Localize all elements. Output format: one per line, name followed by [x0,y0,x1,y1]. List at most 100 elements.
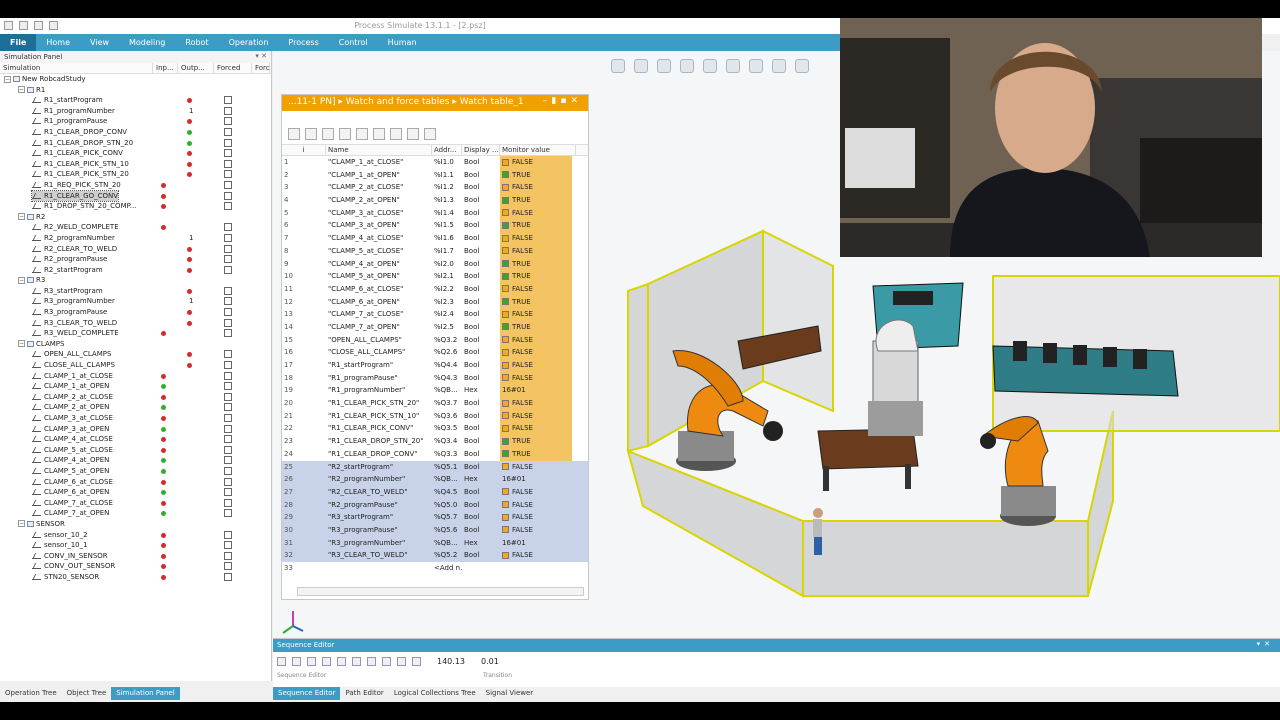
watch-row[interactable]: 10 "CLAMP_5_at_OPEN" %I2.1 Bool TRUE [282,270,588,283]
forced-checkbox[interactable] [224,572,232,581]
tag-name[interactable]: "CLAMP_6_at_OPEN" [326,295,432,309]
expand-collapse-icon[interactable]: − [18,213,25,221]
signal-row[interactable]: CONV_IN_SENSOR [0,551,271,562]
monitor-value[interactable]: TRUE [500,257,572,271]
monitor-value[interactable]: TRUE [500,435,572,448]
signal-row[interactable]: R2_programPause [0,254,271,265]
watch-row[interactable]: 26 "R2_programNumber" %QB... Hex 16#01 [282,473,588,486]
monitor-value[interactable]: 16#01 [500,384,572,398]
signal-row[interactable]: CLAMP_2_at_OPEN [0,402,271,413]
forced-checkbox[interactable] [224,308,232,317]
signal-row[interactable]: CLAMP_7_at_CLOSE [0,498,271,509]
monitor-value[interactable]: FALSE [500,282,572,296]
signal-row[interactable]: CLAMP_5_at_CLOSE [0,445,271,456]
tag-name[interactable]: "R1_CLEAR_DROP_STN_20" [326,435,432,448]
monitor-value[interactable]: FALSE [500,409,572,423]
forced-checkbox[interactable] [224,286,232,295]
tag-name[interactable]: "R1_CLEAR_PICK_STN_10" [326,409,432,423]
watch-row[interactable]: 8 "CLAMP_5_at_CLOSE" %I1.7 Bool FALSE [282,244,588,258]
watch-row[interactable]: 5 "CLAMP_3_at_CLOSE" %I1.4 Bool FALSE [282,206,588,220]
tag-name[interactable]: "CLAMP_5_at_OPEN" [326,270,432,283]
watch-row[interactable]: 3 "CLAMP_2_at_CLOSE" %I1.2 Bool FALSE [282,181,588,195]
col-inputs[interactable]: Inp... [153,63,178,73]
tree-node[interactable]: − New RobcadStudy [0,74,271,85]
tag-name[interactable]: "R3_startProgram" [326,511,432,524]
forced-checkbox[interactable] [224,403,232,412]
signal-row[interactable]: CLAMP_3_at_OPEN [0,424,271,435]
forced-checkbox[interactable] [224,170,232,179]
forced-checkbox[interactable] [224,509,232,518]
tag-name[interactable]: "CLAMP_3_at_OPEN" [326,219,432,233]
watch-horizontal-scrollbar[interactable] [297,587,584,596]
forced-checkbox[interactable] [224,350,232,359]
signal-row[interactable]: CLAMP_3_at_CLOSE [0,413,271,424]
signal-row[interactable]: R1_DROP_STN_20_COMP... [0,201,271,212]
forced-checkbox[interactable] [224,149,232,158]
forced-checkbox[interactable] [224,477,232,486]
watch-row[interactable]: 9 "CLAMP_4_at_OPEN" %I2.0 Bool TRUE [282,257,588,271]
monitor-value[interactable]: FALSE [500,461,572,474]
forced-checkbox[interactable] [224,392,232,401]
simulation-time[interactable]: 140.13 [437,657,465,666]
monitor-value[interactable]: TRUE [500,447,572,461]
forced-checkbox[interactable] [224,233,232,242]
watch-row[interactable]: 14 "CLAMP_7_at_OPEN" %I2.5 Bool TRUE [282,320,588,334]
forced-checkbox[interactable] [224,488,232,497]
forced-checkbox[interactable] [224,541,232,550]
signal-row[interactable]: sensor_10_2 [0,530,271,541]
time-step[interactable]: 0.01 [481,657,499,666]
col-name[interactable]: Name [326,145,432,155]
monitor-value[interactable]: 16#01 [500,473,572,486]
expand-collapse-icon[interactable]: − [18,340,25,348]
col-simulation[interactable]: Simulation [0,63,153,73]
watch-row[interactable]: 33 <Add n... [282,562,588,575]
tab-logical-collections-tree[interactable]: Logical Collections Tree [389,687,481,700]
monitor-value[interactable]: TRUE [500,270,572,283]
tab-path-editor[interactable]: Path Editor [340,687,388,700]
col-outputs[interactable]: Outp... [178,63,214,73]
forced-checkbox[interactable] [224,382,232,391]
forced-checkbox[interactable] [224,191,232,200]
forced-checkbox[interactable] [224,297,232,306]
force-icon[interactable] [390,128,402,140]
watch-row[interactable]: 6 "CLAMP_3_at_OPEN" %I1.5 Bool TRUE [282,219,588,233]
monitor-value[interactable]: FALSE [500,397,572,410]
forced-checkbox[interactable] [224,371,232,380]
tag-name[interactable]: "R1_CLEAR_PICK_CONV" [326,422,432,436]
jump-end-icon[interactable] [412,656,421,666]
signal-row[interactable]: CLOSE_ALL_CLAMPS [0,360,271,371]
watch-row[interactable]: 24 "R1_CLEAR_DROP_CONV" %Q3.3 Bool TRUE [282,447,588,461]
monitor-value[interactable]: TRUE [500,168,572,182]
tab-home[interactable]: Home [36,34,80,51]
tab-file[interactable]: File [0,34,37,51]
signal-row[interactable]: OPEN_ALL_CLAMPS [0,349,271,360]
expand-collapse-icon[interactable]: − [4,75,11,83]
tag-name[interactable]: "CLAMP_1_at_CLOSE" [326,156,432,169]
forced-checkbox[interactable] [224,498,232,507]
watch-row[interactable]: 31 "R3_programNumber" %QB... Hex 16#01 [282,536,588,550]
signal-row[interactable]: CLAMP_4_at_OPEN [0,455,271,466]
zoom-fit-icon[interactable] [307,656,316,666]
col-forced-value[interactable]: Forc [252,63,270,73]
watch-row[interactable]: 15 "OPEN_ALL_CLAMPS" %Q3.2 Bool FALSE [282,333,588,347]
modify-value-icon[interactable] [356,128,368,140]
signal-row[interactable]: STN20_SENSOR [0,572,271,583]
signal-row[interactable]: R3_programPause [0,307,271,318]
monitor-value[interactable]: FALSE [500,524,572,537]
forced-checkbox[interactable] [224,551,232,560]
signal-row[interactable]: CLAMP_4_at_CLOSE [0,434,271,445]
signal-row[interactable]: CLAMP_5_at_OPEN [0,466,271,477]
tag-name[interactable]: "R2_programNumber" [326,473,432,486]
tree-node[interactable]: − R2 [0,212,271,223]
forced-checkbox[interactable] [224,424,232,433]
watch-row[interactable]: 2 "CLAMP_1_at_OPEN" %I1.1 Bool TRUE [282,168,588,182]
watch-row[interactable]: 23 "R1_CLEAR_DROP_STN_20" %Q3.4 Bool TRUE [282,435,588,448]
monitor-value[interactable]: FALSE [500,333,572,347]
tab-robot[interactable]: Robot [175,34,218,51]
watch-row[interactable]: 4 "CLAMP_2_at_OPEN" %I1.3 Bool TRUE [282,194,588,207]
tag-name[interactable]: "CLAMP_1_at_OPEN" [326,168,432,182]
signal-row[interactable]: CONV_OUT_SENSOR [0,561,271,572]
watch-row[interactable]: 17 "R1_startProgram" %Q4.4 Bool FALSE [282,359,588,372]
add-row-icon[interactable] [305,128,317,140]
step-back-icon[interactable] [337,656,346,666]
